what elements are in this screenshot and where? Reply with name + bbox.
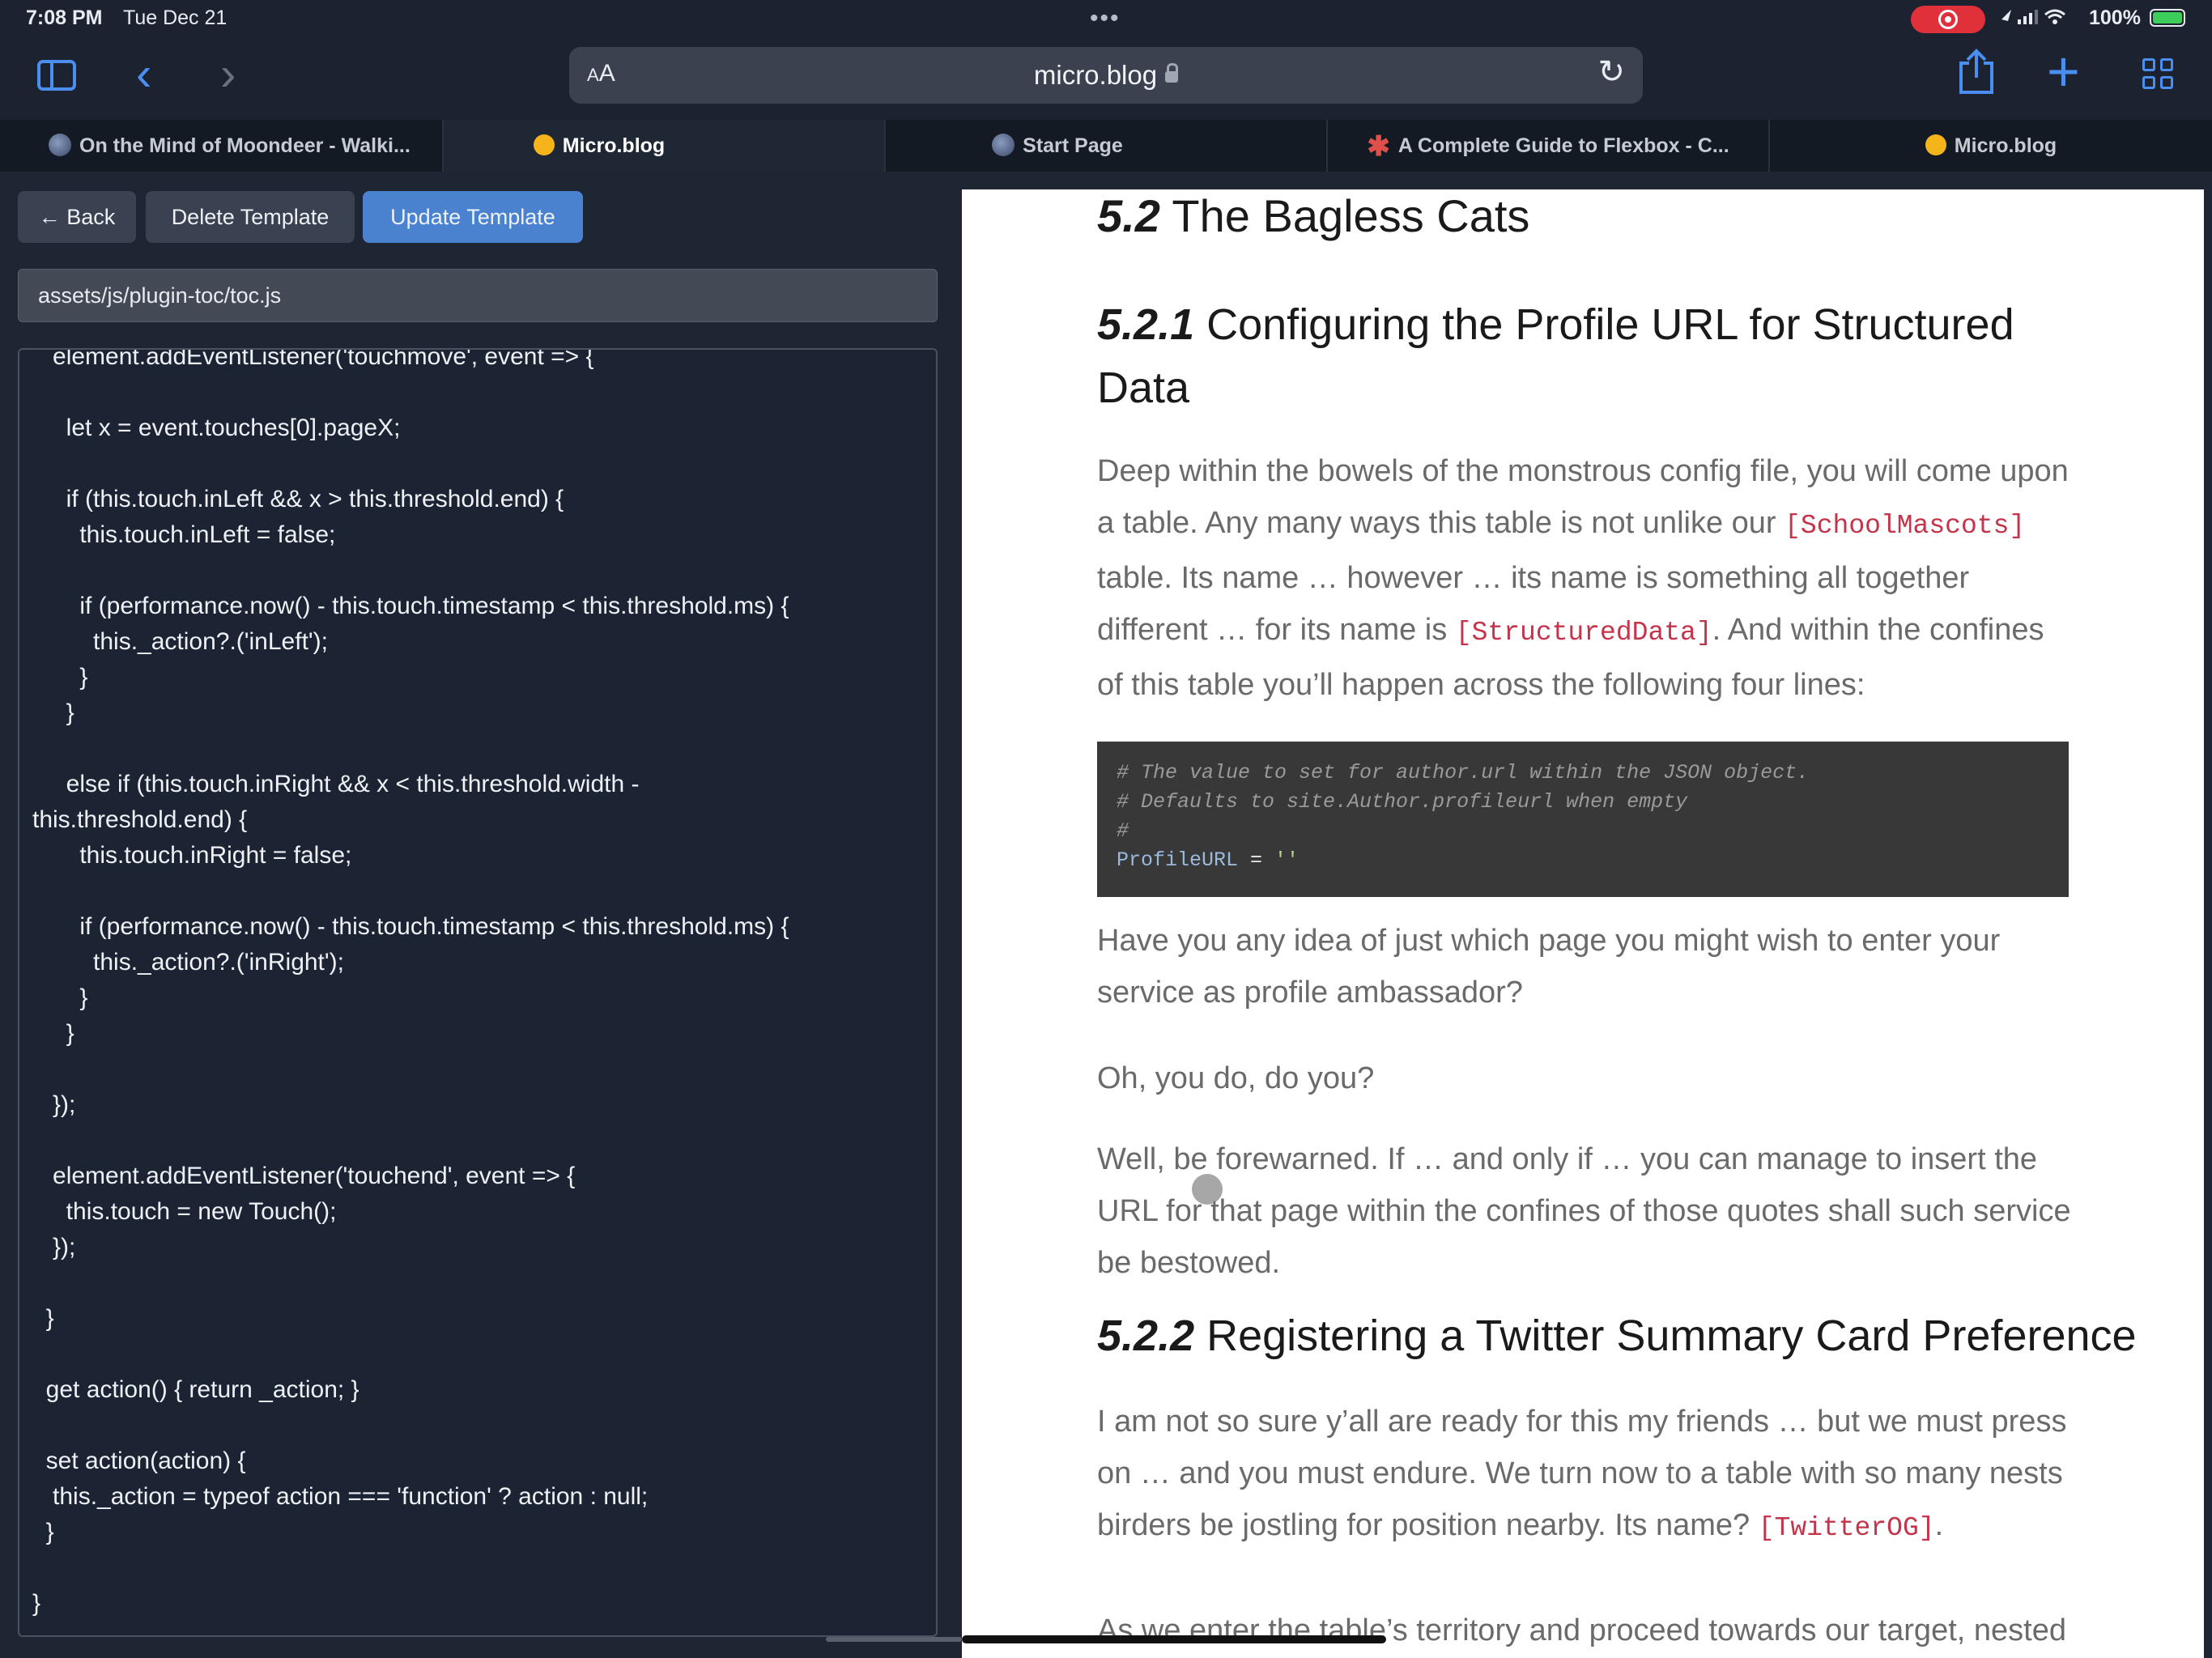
multitasking-menu-icon[interactable]: ••• <box>1090 5 1121 32</box>
code-comment: # The value to set for author.url within… <box>1117 761 1810 784</box>
tab-micro-blog-active[interactable]: Micro.blog <box>444 120 886 172</box>
back-nav-icon[interactable]: ‹ <box>136 47 151 101</box>
reload-icon[interactable]: ↻ <box>1597 53 1625 91</box>
address-bar[interactable]: AA micro.blog ↻ <box>569 47 1643 104</box>
sidebar-toggle-icon[interactable] <box>37 60 76 91</box>
tab-title: Start Page <box>1023 134 1123 157</box>
code-assignment: ProfileURL = '' <box>1117 848 1300 872</box>
template-editor-panel: ← Back Delete Template Update Template a… <box>0 172 962 1658</box>
lock-icon <box>1165 63 1179 83</box>
code-line: element.addEventListener('touchmove', ev… <box>32 348 594 370</box>
code-line: get action() { return _action; } <box>32 1376 359 1403</box>
code-line: if (this.touch.inLeft && x > this.thresh… <box>32 486 564 512</box>
section-heading-5-2: 5.2 The Bagless Cats <box>1097 190 1530 241</box>
code-line: element.addEventListener('touchend', eve… <box>32 1163 576 1189</box>
code-line: let x = event.touches[0].pageX; <box>32 414 401 441</box>
code-line: else if (this.touch.inRight && x < this.… <box>32 771 640 797</box>
inline-code: [SchoolMascots] <box>1784 511 2026 541</box>
tab-moondeer[interactable]: On the Mind of Moondeer - Walki... × <box>0 120 479 172</box>
paragraph: Have you any idea of just which page you… <box>1097 924 2001 1010</box>
code-line: } <box>32 1590 41 1617</box>
micro-blog-icon <box>1925 134 1946 156</box>
new-tab-icon[interactable]: + <box>2047 39 2080 104</box>
battery-icon <box>2150 9 2185 27</box>
tab-micro-blog[interactable]: Micro.blog <box>1770 120 2212 172</box>
paragraph: Deep within the bowels of the monstrous … <box>1097 454 2069 702</box>
code-line: this._action?.('inLeft'); <box>32 628 328 655</box>
tab-title: On the Mind of Moondeer - Walki... <box>79 134 410 157</box>
pointer-cursor <box>1192 1174 1223 1205</box>
code-line: } <box>32 1519 54 1545</box>
signal-wifi-icon <box>2001 9 2065 24</box>
update-template-button[interactable]: Update Template <box>363 191 583 243</box>
home-indicator[interactable] <box>962 1635 1386 1643</box>
paragraph: I am not so sure y’all are ready for thi… <box>1097 1405 2067 1543</box>
inline-code: [StructuredData] <box>1455 618 1712 648</box>
browser-toolbar: ‹ › AA micro.blog ↻ + <box>0 39 2212 120</box>
code-line: }); <box>32 1091 76 1118</box>
status-icons <box>2000 5 2081 35</box>
article-preview: 5.2 The Bagless Cats 5.2.1 Configuring t… <box>962 189 2204 1658</box>
code-editor[interactable]: element.addEventListener('touchmove', ev… <box>18 348 938 1637</box>
tab-title: Micro.blog <box>1954 134 2057 157</box>
back-button[interactable]: ← Back <box>18 191 136 243</box>
micro-blog-icon <box>533 134 555 156</box>
url-text: micro.blog <box>1033 60 1158 90</box>
url-display[interactable]: micro.blog <box>569 60 1643 91</box>
code-line: if (performance.now() - this.touch.times… <box>32 913 789 940</box>
section-heading-5-2-1: 5.2.1 Configuring the Profile URL for St… <box>1097 300 2014 412</box>
tab-title: Micro.blog <box>562 134 666 157</box>
code-line: } <box>32 1305 54 1332</box>
battery-percentage: 100% <box>2089 6 2141 29</box>
screen-recording-icon[interactable] <box>1911 6 1985 33</box>
forward-nav-icon[interactable]: › <box>220 47 236 101</box>
code-line: }); <box>32 1234 76 1261</box>
code-line: this.touch.inRight = false; <box>32 842 352 869</box>
status-date: Tue Dec 21 <box>123 6 228 29</box>
code-line: } <box>32 1020 74 1047</box>
paragraph: Well, be forewarned. If … and only if … … <box>1097 1142 2071 1280</box>
code-line: this.touch = new Touch(); <box>32 1198 337 1225</box>
tab-bar: On the Mind of Moondeer - Walki... × Mic… <box>0 120 2212 172</box>
moon-icon <box>992 134 1015 157</box>
code-block: # The value to set for author.url within… <box>1097 742 2069 897</box>
tab-flexbox-guide[interactable]: ✱ A Complete Guide to Flexbox - C... <box>1328 120 1770 172</box>
moon-icon <box>49 134 71 157</box>
inline-code: [TwitterOG] <box>1758 1513 1935 1543</box>
tab-start-page[interactable]: Start Page <box>886 120 1328 172</box>
code-line: set action(action) { <box>32 1448 246 1474</box>
paragraph: As we enter the table’s territory and pr… <box>1097 1613 2066 1647</box>
share-icon[interactable] <box>1958 49 1995 104</box>
tab-title: A Complete Guide to Flexbox - C... <box>1397 134 1729 157</box>
code-line: } <box>32 984 88 1011</box>
code-comment: # Defaults to site.Author.profileurl whe… <box>1117 790 1688 814</box>
tab-overview-icon[interactable] <box>2142 58 2175 91</box>
scroll-indicator[interactable] <box>826 1637 962 1642</box>
code-line: this.threshold.end) { <box>32 806 248 833</box>
code-line: } <box>32 664 88 691</box>
template-path-field[interactable]: assets/js/plugin-toc/toc.js <box>18 269 938 322</box>
section-heading-5-2-2: 5.2.2 Registering a Twitter Summary Card… <box>1097 1312 2137 1360</box>
status-bar: 7:08 PM Tue Dec 21 ••• 100% <box>0 0 2212 39</box>
code-line: this._action = typeof action === 'functi… <box>32 1483 649 1510</box>
star-icon: ✱ <box>1367 131 1390 163</box>
paragraph: Oh, you do, do you? <box>1097 1061 1375 1095</box>
code-comment: # <box>1117 819 1129 843</box>
delete-template-button[interactable]: Delete Template <box>146 191 355 243</box>
code-line: this._action?.('inRight'); <box>32 949 344 976</box>
status-time: 7:08 PM <box>26 6 103 29</box>
code-line: } <box>32 699 74 726</box>
code-line: if (performance.now() - this.touch.times… <box>32 593 789 619</box>
code-line: this.touch.inLeft = false; <box>32 521 336 548</box>
